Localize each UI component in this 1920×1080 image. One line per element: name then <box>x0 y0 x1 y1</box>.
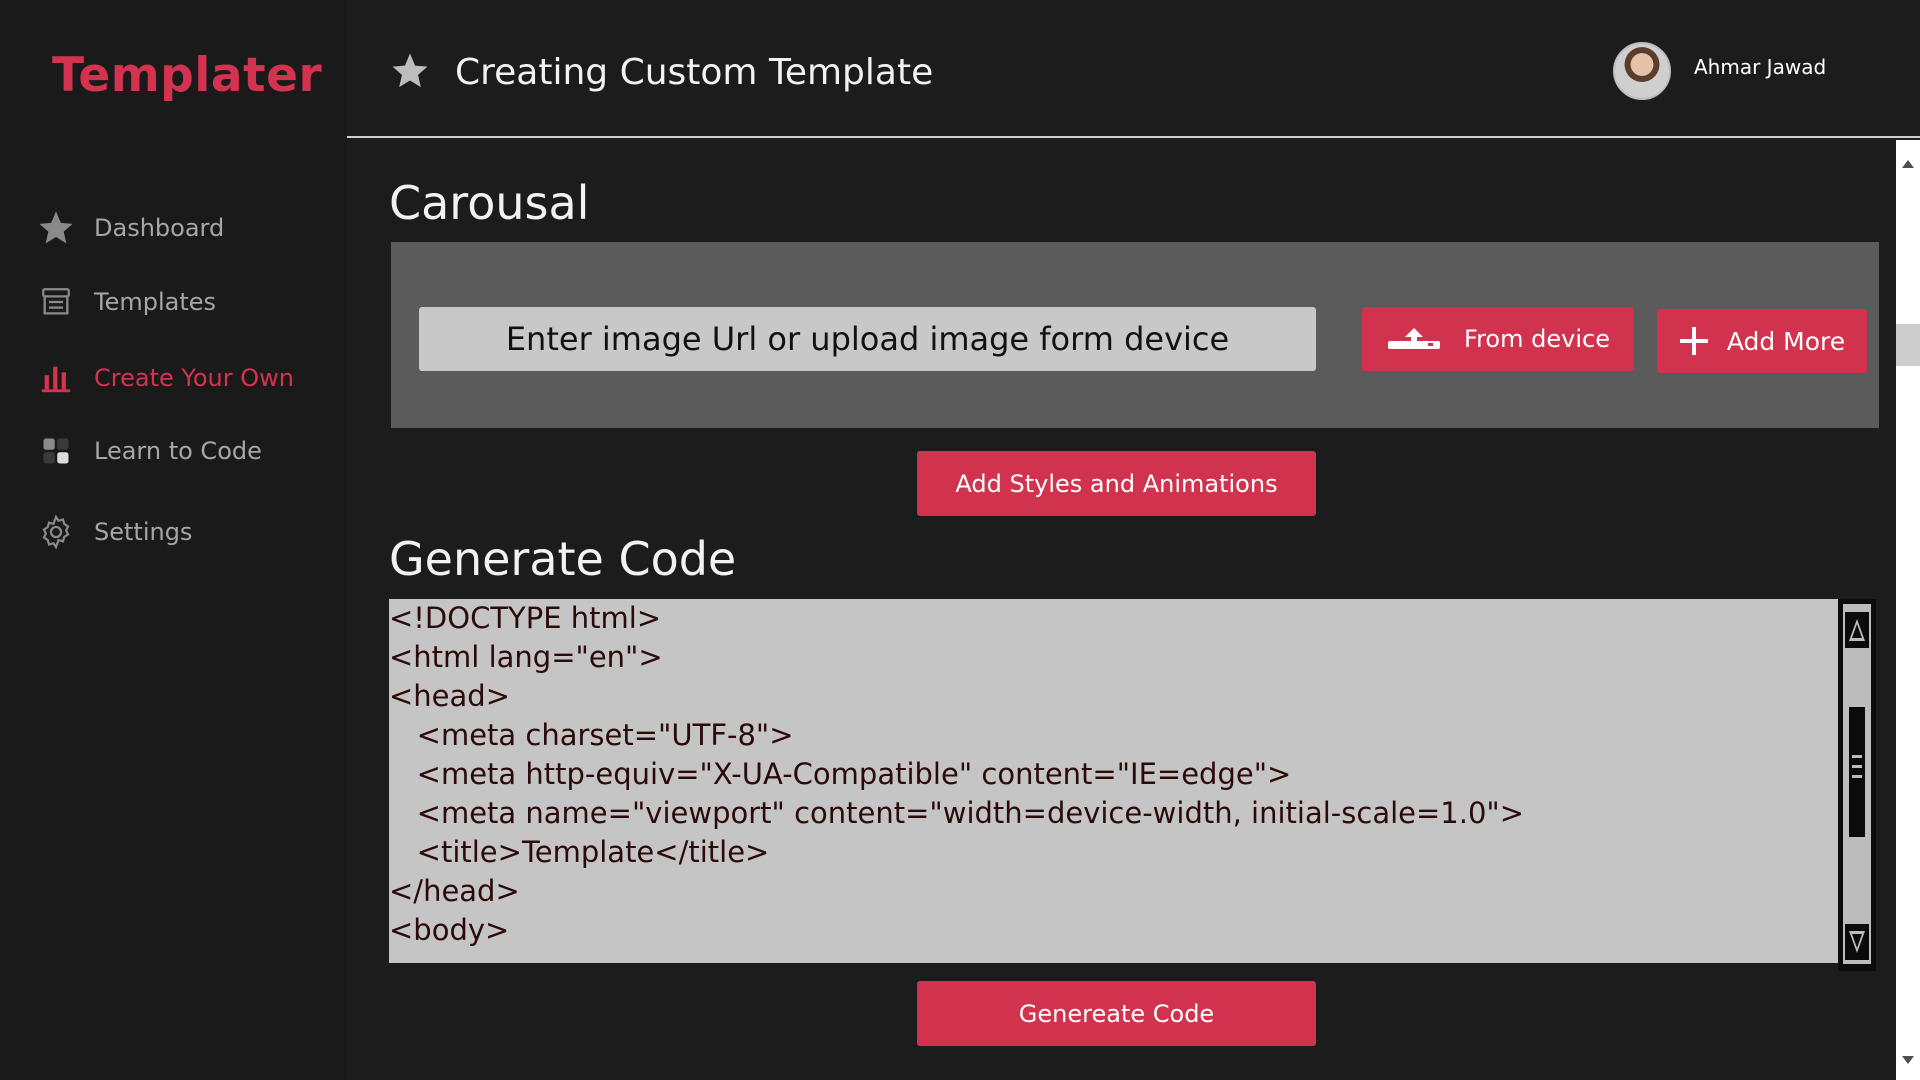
scroll-down-arrow-icon[interactable] <box>1845 924 1869 960</box>
user-name[interactable]: Ahmar Jawad <box>1694 55 1826 79</box>
sidebar-item-label: Settings <box>94 518 193 546</box>
code-scrollbar[interactable] <box>1838 599 1876 971</box>
carousel-panel: From device Add More <box>391 242 1879 428</box>
bar-chart-icon <box>36 358 76 398</box>
page-scrollbar-thumb[interactable] <box>1896 324 1920 366</box>
gear-icon <box>36 512 76 552</box>
code-text[interactable]: <!DOCTYPE html> <html lang="en"> <head> … <box>389 599 1837 950</box>
avatar[interactable] <box>1613 42 1671 100</box>
sidebar-item-learn-to-code[interactable]: Learn to Code <box>36 427 262 475</box>
image-url-input[interactable] <box>419 307 1316 371</box>
sidebar-item-templates[interactable]: Templates <box>36 278 216 326</box>
page-scroll-down-icon[interactable] <box>1901 1050 1915 1069</box>
blocks-icon <box>36 431 76 471</box>
plus-icon <box>1679 326 1709 356</box>
add-more-button[interactable]: Add More <box>1657 309 1867 373</box>
app-logo: Templater <box>52 48 323 103</box>
sidebar-item-settings[interactable]: Settings <box>36 508 192 556</box>
from-device-button[interactable]: From device <box>1362 307 1634 371</box>
header: Creating Custom Template Ahmar Jawad <box>347 0 1920 138</box>
code-scrollbar-thumb[interactable] <box>1849 707 1865 837</box>
code-output[interactable]: <!DOCTYPE html> <html lang="en"> <head> … <box>389 599 1839 963</box>
sidebar-item-label: Create Your Own <box>94 364 294 392</box>
page-title: Creating Custom Template <box>455 52 934 93</box>
upload-icon <box>1386 326 1442 352</box>
add-styles-button[interactable]: Add Styles and Animations <box>917 451 1316 516</box>
star-icon <box>389 50 431 96</box>
sidebar-item-label: Learn to Code <box>94 437 262 465</box>
sidebar: Templater Dashboard Templates Create You… <box>0 0 347 1080</box>
generate-code-section-title: Generate Code <box>389 532 737 586</box>
sidebar-item-create-your-own[interactable]: Create Your Own <box>36 354 294 402</box>
star-icon <box>36 208 76 248</box>
generate-code-button[interactable]: Genereate Code <box>917 981 1316 1046</box>
carousel-section-title: Carousal <box>389 176 590 230</box>
store-icon <box>36 282 76 322</box>
from-device-label: From device <box>1464 325 1610 353</box>
page-scroll-up-icon[interactable] <box>1901 154 1915 173</box>
scroll-up-arrow-icon[interactable] <box>1845 612 1869 648</box>
sidebar-item-label: Dashboard <box>94 214 225 242</box>
add-more-label: Add More <box>1726 326 1846 356</box>
sidebar-item-label: Templates <box>94 288 217 316</box>
sidebar-item-dashboard[interactable]: Dashboard <box>36 204 224 252</box>
page-scrollbar[interactable] <box>1896 140 1920 1080</box>
